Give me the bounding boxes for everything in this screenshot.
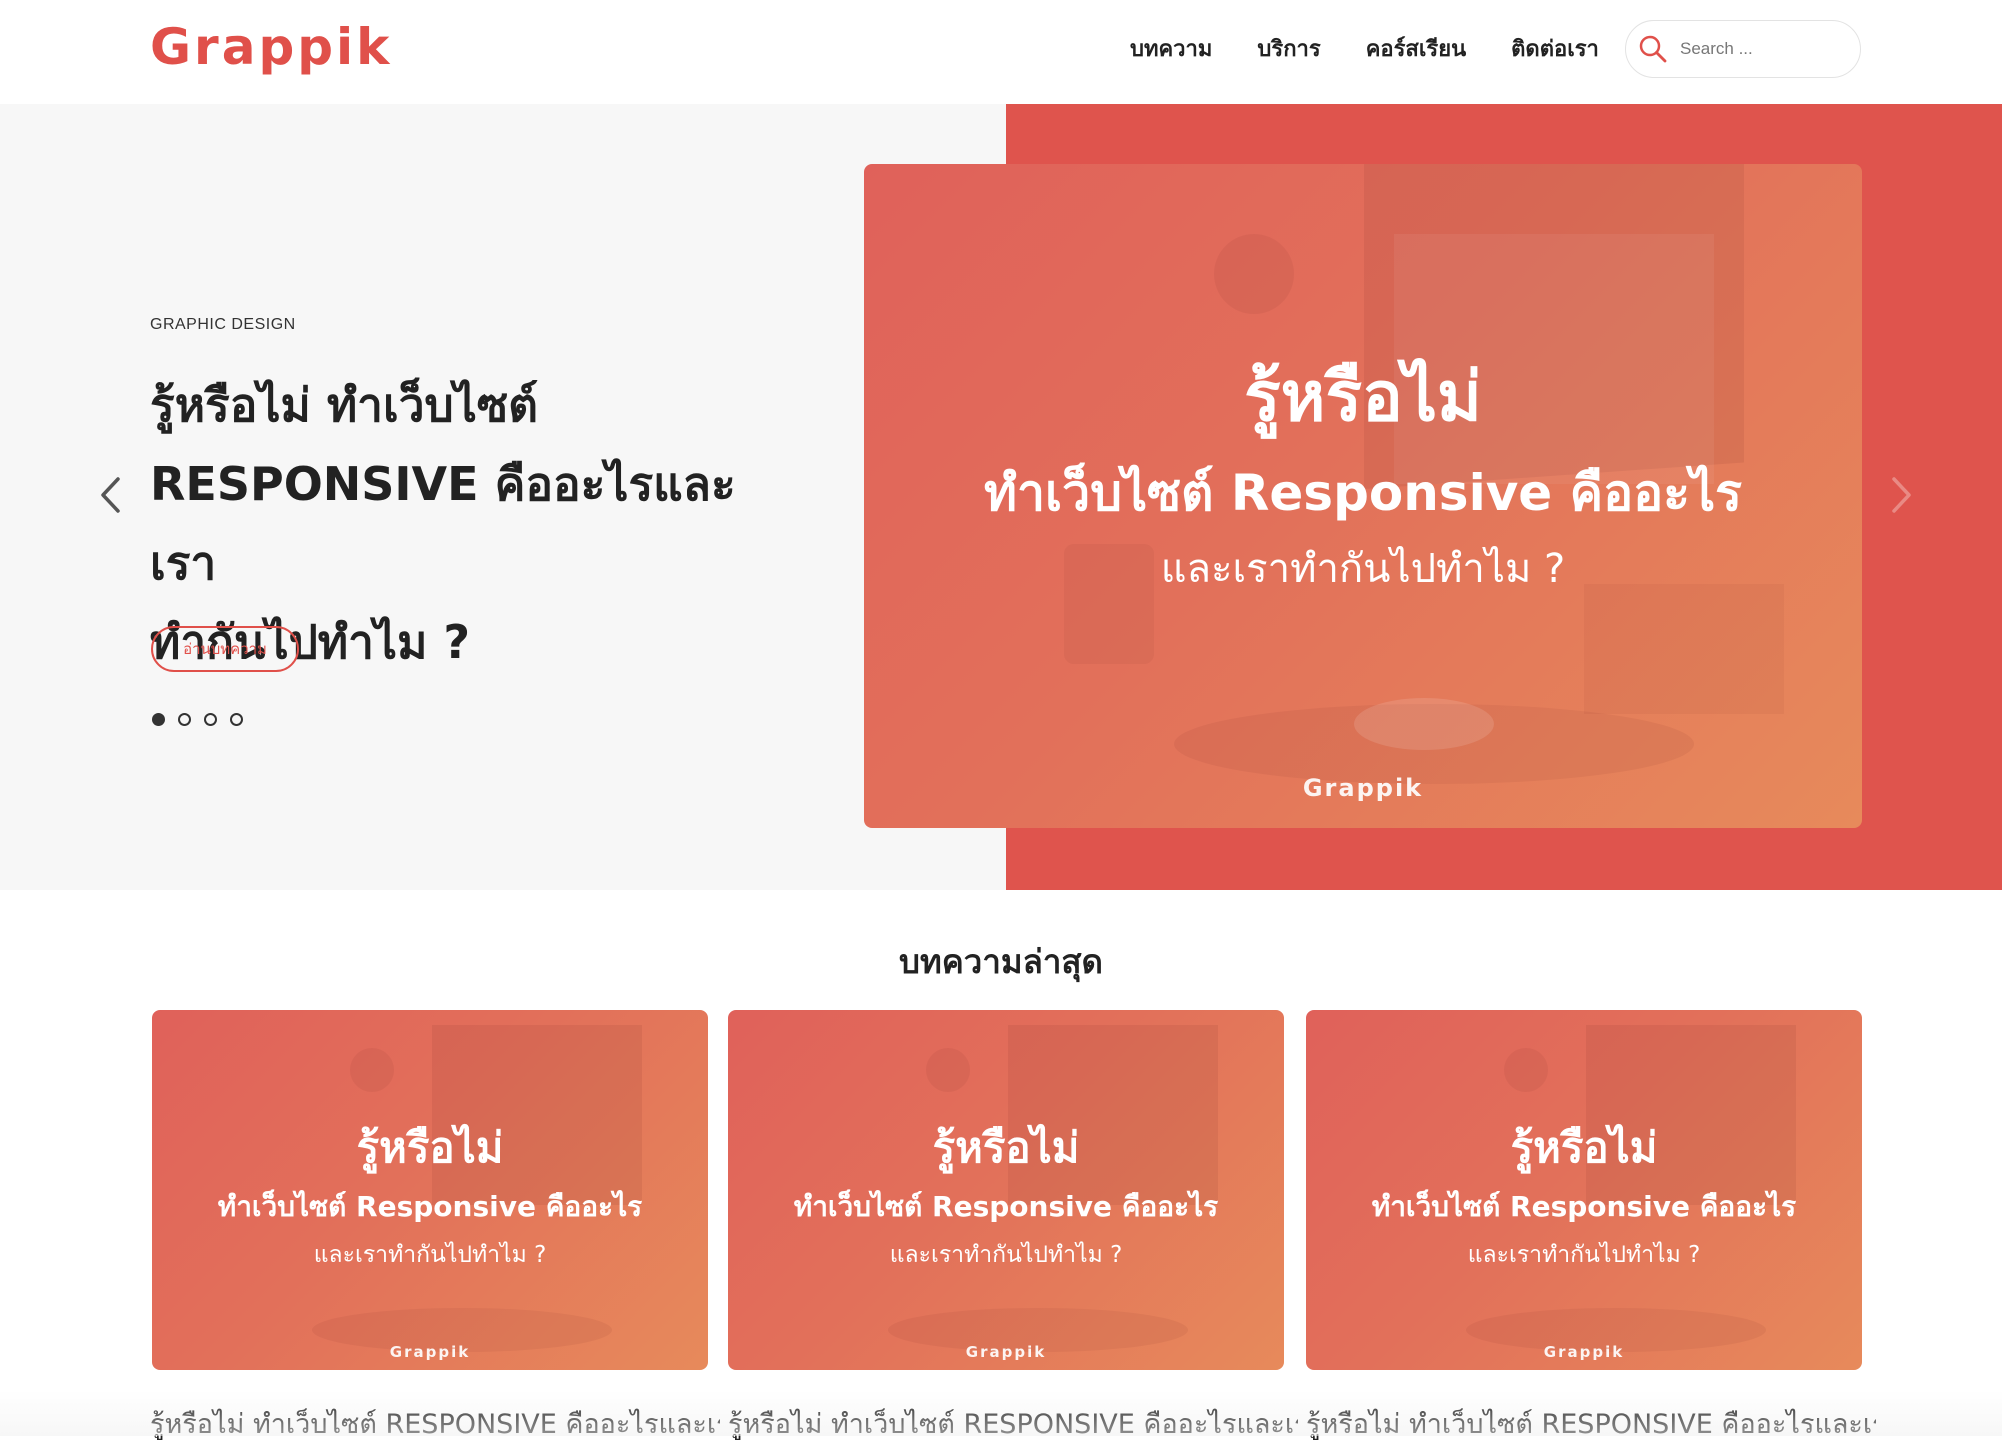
card-tagline: และเราทำกันไปทำไม ? xyxy=(1467,1242,1701,1268)
banner-brand: Grappik xyxy=(1302,774,1424,802)
search-icon[interactable] xyxy=(1638,34,1668,64)
site-header: Grappik บทความ บริการ คอร์สเรียน ติดต่อเ… xyxy=(0,0,2002,104)
slider-dot-3[interactable] xyxy=(204,713,217,726)
slider-prev-button[interactable] xyxy=(90,465,130,525)
article-card-title[interactable]: รู้หรือไม่ ทำเว็บไซต์ RESPONSIVE คืออะไร… xyxy=(1306,1402,1876,1445)
card-brand: Grappik xyxy=(1543,1343,1625,1361)
hero-slider: GRAPHIC DESIGN รู้หรือไม่ ทำเว็บไซต์ RES… xyxy=(0,104,2002,890)
banner-headline: รู้หรือไม่ xyxy=(1244,358,1482,437)
slider-next-button[interactable] xyxy=(1882,465,1922,525)
card-brand: Grappik xyxy=(389,1343,471,1361)
slider-dots xyxy=(152,713,256,726)
search-box[interactable] xyxy=(1625,20,1861,78)
banner-tagline: และเราทำกันไปทำไม ? xyxy=(1160,546,1566,592)
card-brand: Grappik xyxy=(965,1343,1047,1361)
hero-title-line: RESPONSIVE คืออะไรและเรา xyxy=(150,457,736,590)
article-card-thumbnail[interactable]: รู้หรือไม่ ทำเว็บไซต์ Responsive คืออะไร… xyxy=(1306,1010,1862,1370)
search-input[interactable] xyxy=(1678,38,1842,60)
article-card-title[interactable]: รู้หรือไม่ ทำเว็บไซต์ RESPONSIVE คืออะไร… xyxy=(728,1402,1298,1445)
hero-category[interactable]: GRAPHIC DESIGN xyxy=(150,316,296,334)
slider-dot-4[interactable] xyxy=(230,713,243,726)
nav-item-articles[interactable]: บทความ xyxy=(1130,30,1212,70)
article-card-thumbnail[interactable]: รู้หรือไม่ ทำเว็บไซต์ Responsive คืออะไร… xyxy=(152,1010,708,1370)
nav-item-services[interactable]: บริการ xyxy=(1257,30,1320,70)
read-article-button[interactable]: อ่านบทความ xyxy=(151,626,299,672)
nav-item-courses[interactable]: คอร์สเรียน xyxy=(1366,30,1466,70)
article-card-title[interactable]: รู้หรือไม่ ทำเว็บไซต์ RESPONSIVE คืออะไร… xyxy=(150,1402,720,1445)
article-card-thumbnail[interactable]: รู้หรือไม่ ทำเว็บไซต์ Responsive คืออะไร… xyxy=(728,1010,1284,1370)
latest-articles-title: บทความล่าสุด xyxy=(899,942,1103,981)
card-subheadline: ทำเว็บไซต์ Responsive คืออะไร xyxy=(217,1190,643,1223)
card-headline: รู้หรือไม่ xyxy=(932,1123,1080,1172)
slider-dot-2[interactable] xyxy=(178,713,191,726)
chevron-left-icon xyxy=(101,477,120,513)
card-subheadline: ทำเว็บไซต์ Responsive คืออะไร xyxy=(793,1190,1219,1223)
card-headline: รู้หรือไม่ xyxy=(1510,1123,1658,1172)
site-logo[interactable]: Grappik xyxy=(150,18,392,76)
nav-item-contact[interactable]: ติดต่อเรา xyxy=(1511,30,1599,70)
card-tagline: และเราทำกันไปทำไม ? xyxy=(889,1242,1123,1268)
hero-featured-image[interactable]: รู้หรือไม่ ทำเว็บไซต์ Responsive คืออะไร… xyxy=(864,164,1862,828)
main-nav: บทความ บริการ คอร์สเรียน ติดต่อเรา xyxy=(1130,30,1644,70)
chevron-right-icon xyxy=(1892,477,1911,513)
hero-title-line: รู้หรือไม่ ทำเว็บไซต์ xyxy=(150,378,538,432)
banner-subheadline: ทำเว็บไซต์ Responsive คืออะไร xyxy=(984,464,1742,522)
card-headline: รู้หรือไม่ xyxy=(356,1123,504,1172)
card-tagline: และเราทำกันไปทำไม ? xyxy=(313,1242,547,1268)
slider-dot-1[interactable] xyxy=(152,713,165,726)
card-subheadline: ทำเว็บไซต์ Responsive คืออะไร xyxy=(1371,1190,1797,1223)
